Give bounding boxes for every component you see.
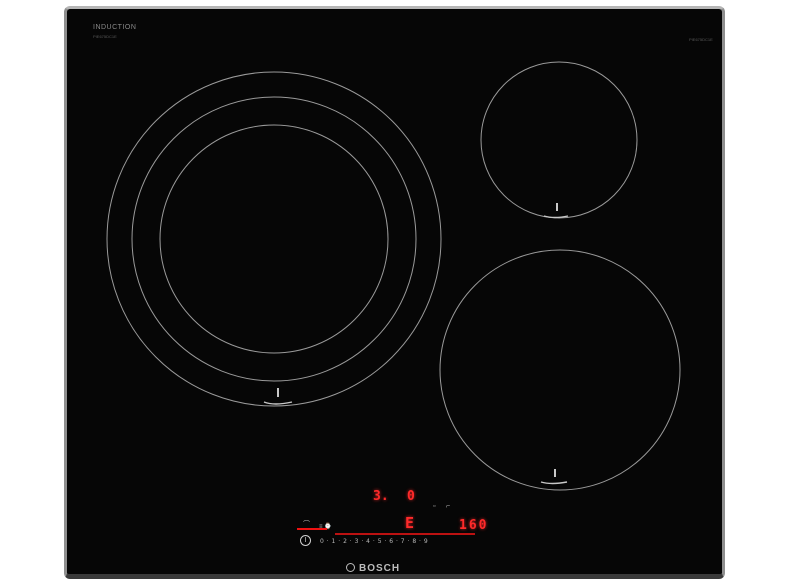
cookware-marker-icon bbox=[263, 401, 293, 405]
cookware-marker-icon bbox=[277, 388, 279, 397]
cooking-zones bbox=[106, 61, 681, 491]
medium-zone-ring bbox=[439, 249, 681, 491]
large-zone-middle-ring bbox=[131, 96, 417, 382]
large-zone-inner-ring bbox=[159, 124, 389, 354]
power-icon[interactable]: I bbox=[300, 535, 311, 546]
small-zone-ring bbox=[480, 61, 638, 219]
indicator-bar-left bbox=[297, 528, 327, 530]
cookware-marker-icon bbox=[556, 203, 558, 211]
bosch-logo-icon bbox=[346, 563, 355, 572]
lock-icon[interactable]: ▫ bbox=[433, 503, 435, 510]
indicator-bar-center bbox=[335, 533, 475, 535]
cookware-marker-icon bbox=[540, 481, 568, 485]
cookware-marker-icon bbox=[543, 215, 569, 219]
cookware-marker-icon[interactable]: ⌐ bbox=[446, 503, 450, 510]
cookware-marker-icon bbox=[554, 469, 556, 477]
temperature-display: 160 bbox=[459, 518, 489, 533]
cooktop-glass: INDUCTION PIE675DC1E PIE675DC1E 3. 0 E 1… bbox=[64, 6, 725, 579]
large-zone-outer-ring bbox=[106, 71, 442, 407]
brand-logo: BOSCH bbox=[359, 563, 401, 574]
zone-readout: 3. bbox=[373, 489, 389, 504]
zone-level-readout: 0 bbox=[407, 489, 415, 504]
power-level-slider[interactable]: 0 · 1 · 2 · 3 · 4 · 5 · 6 · 7 · 8 · 9 bbox=[320, 538, 428, 545]
center-display: E bbox=[405, 514, 415, 532]
